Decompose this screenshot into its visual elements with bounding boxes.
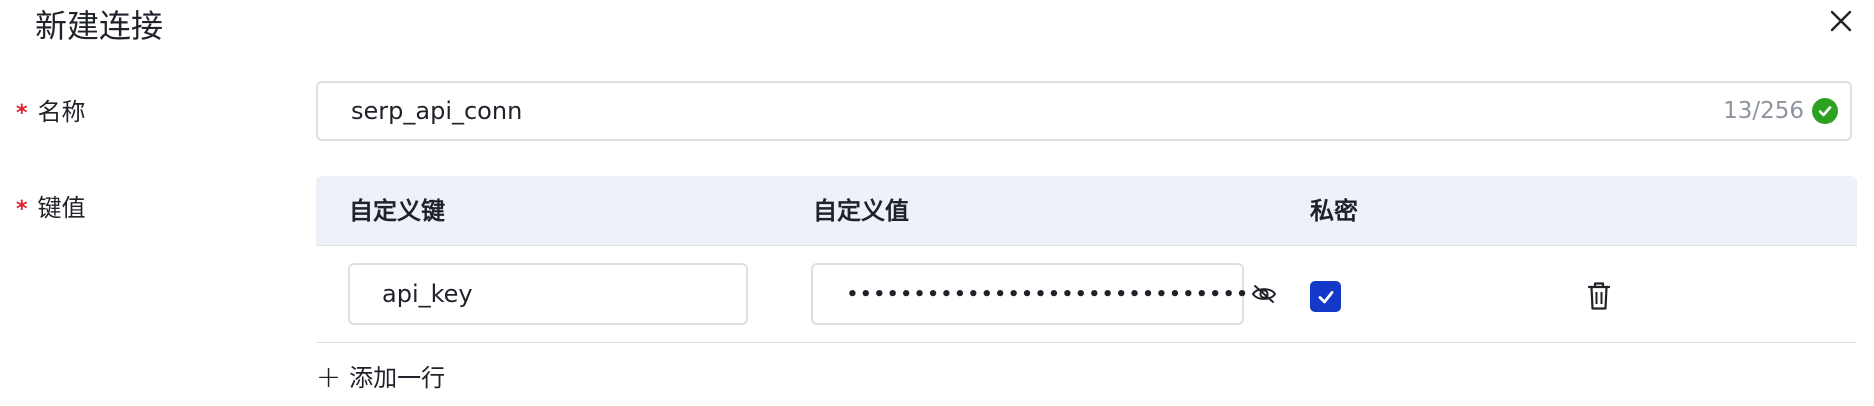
- name-input-value[interactable]: serp_api_conn: [351, 97, 1723, 125]
- delete-row-button[interactable]: [1584, 280, 1614, 312]
- close-icon: [1830, 10, 1852, 32]
- char-counter: 13/256: [1723, 98, 1804, 124]
- kv-label: * 键值: [16, 191, 86, 227]
- header-key: 自定义键: [349, 197, 445, 225]
- name-label-text: 名称: [37, 98, 86, 126]
- trash-icon: [1587, 282, 1611, 310]
- kv-row: api_key ••••••••••••••••••••••••••••••: [316, 246, 1857, 343]
- required-mark: *: [16, 101, 28, 126]
- secret-checkbox[interactable]: [1310, 281, 1341, 312]
- header-value: 自定义值: [813, 197, 909, 225]
- key-input-value[interactable]: api_key: [382, 280, 473, 308]
- eye-off-icon[interactable]: [1250, 282, 1278, 306]
- header-secret: 私密: [1310, 197, 1358, 225]
- check-circle-icon: [1812, 98, 1838, 124]
- value-input[interactable]: ••••••••••••••••••••••••••••••: [811, 263, 1277, 325]
- add-row-label: 添加一行: [349, 364, 446, 392]
- add-row-button[interactable]: + 添加一行: [316, 361, 445, 395]
- checkmark-icon: [1318, 290, 1333, 303]
- kv-table: 自定义键 自定义值 私密 api_key •••••••••••••••••••…: [316, 176, 1857, 343]
- name-input[interactable]: serp_api_conn 13/256: [316, 81, 1852, 141]
- close-button[interactable]: [1826, 6, 1856, 36]
- name-label: * 名称: [16, 95, 86, 131]
- required-mark: *: [16, 197, 28, 222]
- plus-icon: +: [316, 360, 342, 395]
- kv-table-header: 自定义键 自定义值 私密: [316, 176, 1857, 246]
- masked-value[interactable]: ••••••••••••••••••••••••••••••: [847, 284, 1250, 305]
- dialog-title: 新建连接: [35, 7, 164, 45]
- kv-label-text: 键值: [37, 194, 86, 222]
- new-connection-dialog: 新建连接 * 名称 serp_api_conn 13/256 * 键值 自定义键 自…: [0, 0, 1874, 406]
- key-input[interactable]: api_key: [348, 263, 748, 325]
